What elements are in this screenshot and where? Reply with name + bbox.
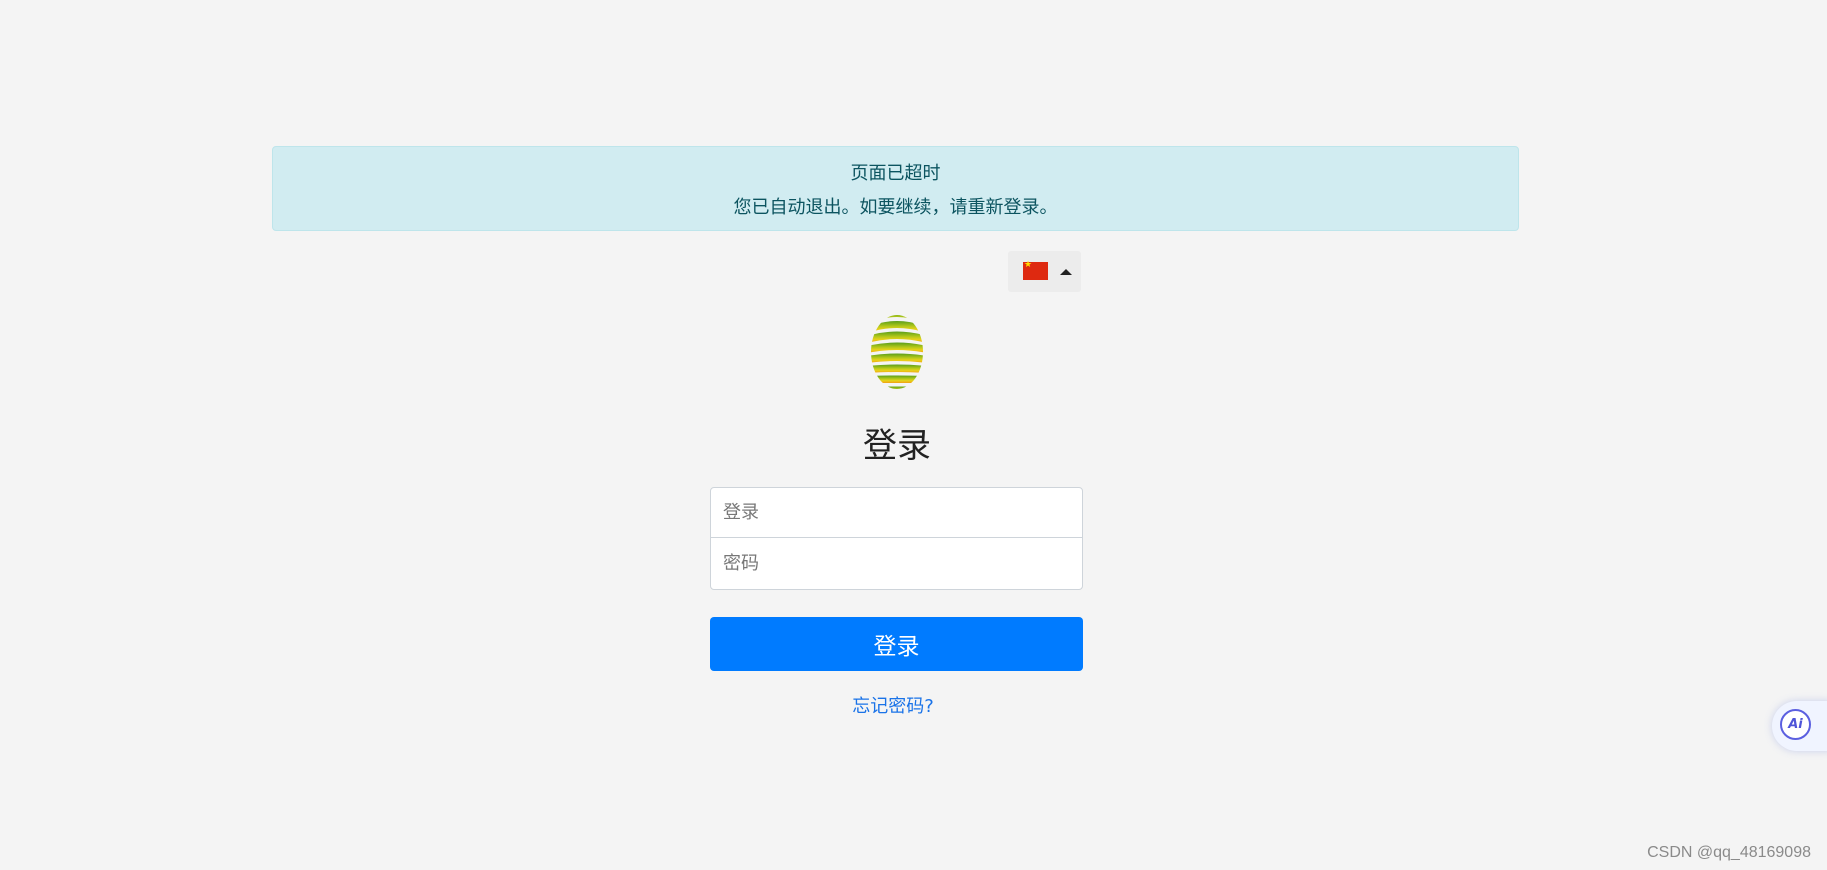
alert-message: 您已自动退出。如要继续，请重新登录。 <box>733 197 1058 218</box>
language-selector[interactable]: ★ <box>1008 251 1081 292</box>
login-input[interactable] <box>711 488 1082 538</box>
caret-up-icon <box>1060 269 1072 275</box>
credentials-group <box>710 487 1083 590</box>
password-input[interactable] <box>711 538 1082 588</box>
alert-title: 页面已超时 <box>850 163 941 184</box>
ai-icon: Ai <box>1780 709 1811 740</box>
csdn-watermark: CSDN @qq_48169098 <box>1647 844 1811 861</box>
forgot-password-link[interactable]: 忘记密码? <box>0 692 1786 718</box>
china-flag-icon: ★ <box>1023 260 1048 280</box>
ai-assistant-button[interactable]: Ai <box>1772 701 1827 751</box>
login-button[interactable]: 登录 <box>710 617 1083 671</box>
company-logo <box>871 315 923 389</box>
login-heading: 登录 <box>863 426 931 466</box>
timeout-alert: 页面已超时 您已自动退出。如要继续，请重新登录。 <box>272 146 1519 231</box>
